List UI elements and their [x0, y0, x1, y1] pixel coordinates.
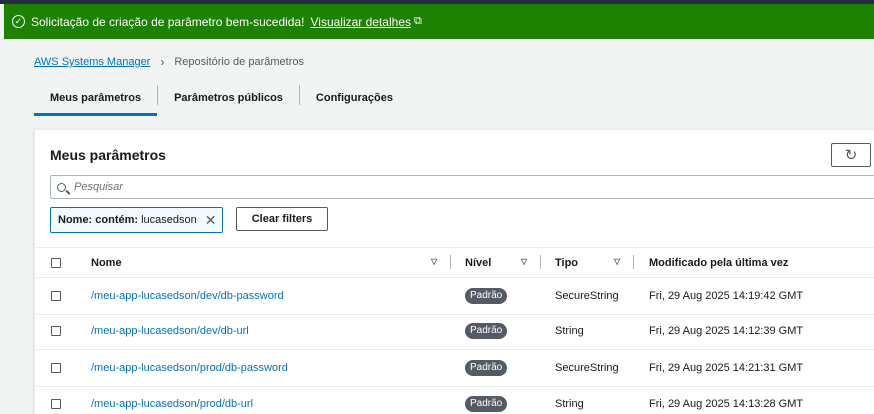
row-checkbox[interactable]: [51, 363, 61, 373]
filter-token-label: Nome: contém:: [58, 214, 139, 226]
flash-message: Solicitação de criação de parâmetro bem-…: [31, 14, 305, 29]
parameter-type: SecureString: [555, 290, 619, 302]
last-modified: Fri, 29 Aug 2025 14:12:39 GMT: [649, 325, 804, 337]
filter-token: Nome: contém: lucasedson ✕: [50, 207, 224, 233]
table-row: /meu-app-lucasedson/dev/db-url Padrão St…: [35, 313, 874, 350]
parameter-name-link[interactable]: /meu-app-lucasedson/prod/db-password: [91, 362, 288, 374]
row-checkbox[interactable]: [51, 399, 61, 409]
row-checkbox[interactable]: [51, 291, 61, 301]
search-icon: [57, 182, 66, 192]
tier-badge: Padrão: [465, 323, 508, 339]
tab-settings[interactable]: Configurações: [300, 80, 409, 116]
refresh-button[interactable]: ↻: [831, 143, 871, 167]
external-link-icon[interactable]: ⧉: [414, 15, 422, 28]
column-divider[interactable]: [540, 255, 541, 269]
panel-title: Meus parâmetros: [50, 147, 166, 163]
column-header-type[interactable]: Tipo: [555, 257, 578, 269]
tab-public-parameters[interactable]: Parâmetros públicos: [158, 80, 299, 116]
parameter-name-link[interactable]: /meu-app-lucasedson/prod/db-url: [91, 398, 253, 410]
row-checkbox[interactable]: [51, 326, 61, 336]
parameters-panel: Meus parâmetros ↻ Nome: contém: lucaseds…: [34, 129, 874, 414]
tier-badge: Padrão: [465, 360, 508, 376]
last-modified: Fri, 29 Aug 2025 14:21:31 GMT: [649, 362, 804, 374]
breadcrumb-systems-manager-link[interactable]: AWS Systems Manager: [34, 56, 150, 68]
check-circle-icon: ✓: [12, 15, 25, 28]
tier-badge: Padrão: [465, 396, 508, 412]
sort-icon[interactable]: ▽: [521, 257, 527, 266]
search-field[interactable]: [50, 175, 874, 199]
select-all-checkbox[interactable]: [51, 258, 61, 268]
tier-badge: Padrão: [465, 288, 508, 304]
close-icon[interactable]: ✕: [205, 212, 217, 229]
sort-icon[interactable]: ▽: [431, 257, 437, 266]
breadcrumb: AWS Systems Manager › Repositório de par…: [34, 55, 304, 69]
sort-icon[interactable]: ▽: [614, 257, 620, 266]
column-header-modified[interactable]: Modificado pela última vez: [649, 257, 788, 269]
filter-token-value: lucasedson: [141, 214, 197, 226]
last-modified: Fri, 29 Aug 2025 14:13:28 GMT: [649, 398, 804, 410]
table-header: Nome ▽ Nível ▽ Tipo ▽ Modificado pela úl…: [35, 247, 874, 278]
table-row: /meu-app-lucasedson/prod/db-password Pad…: [35, 350, 874, 387]
parameter-type: SecureString: [555, 362, 619, 374]
last-modified: Fri, 29 Aug 2025 14:19:42 GMT: [649, 290, 804, 302]
table-row: /meu-app-lucasedson/prod/db-url Padrão S…: [35, 386, 874, 414]
column-divider[interactable]: [633, 255, 634, 269]
column-divider[interactable]: [450, 255, 451, 269]
search-input[interactable]: [74, 181, 814, 193]
tab-list: Meus parâmetros Parâmetros públicos Conf…: [34, 80, 409, 116]
column-header-name[interactable]: Nome: [91, 257, 122, 269]
table-row: /meu-app-lucasedson/dev/db-password Padr…: [35, 278, 874, 315]
success-flash-banner: ✓ Solicitação de criação de parâmetro be…: [4, 4, 874, 39]
view-details-link[interactable]: Visualizar detalhes: [310, 15, 411, 29]
tab-my-parameters[interactable]: Meus parâmetros: [34, 80, 158, 116]
chevron-right-icon: ›: [160, 55, 165, 69]
refresh-icon: ↻: [844, 146, 858, 164]
clear-filters-button[interactable]: Clear filters: [236, 207, 328, 231]
parameter-name-link[interactable]: /meu-app-lucasedson/dev/db-url: [91, 325, 249, 337]
parameter-type: String: [555, 325, 584, 337]
parameter-name-link[interactable]: /meu-app-lucasedson/dev/db-password: [91, 290, 284, 302]
breadcrumb-current: Repositório de parâmetros: [174, 56, 304, 68]
parameter-type: String: [555, 398, 584, 410]
column-header-tier[interactable]: Nível: [465, 257, 491, 269]
